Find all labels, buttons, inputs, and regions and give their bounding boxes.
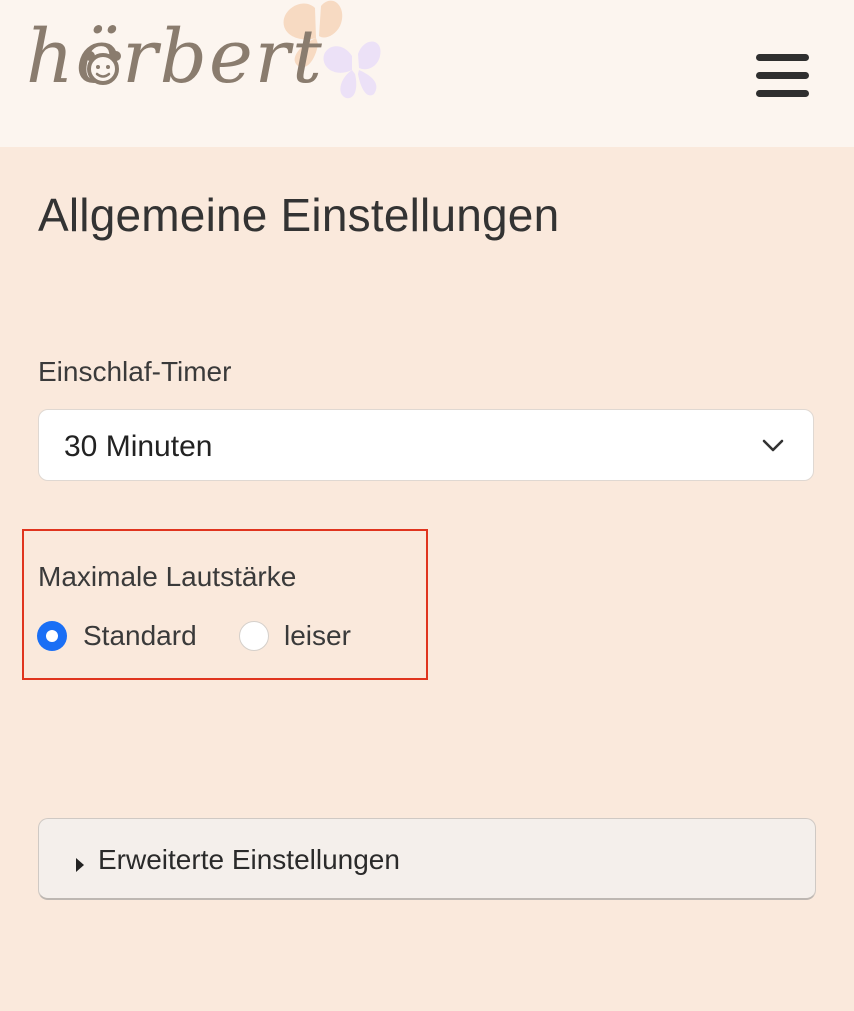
menu-bar bbox=[756, 54, 809, 61]
radio-leiser[interactable] bbox=[239, 621, 269, 651]
max-volume-label: Maximale Lautstärke bbox=[38, 561, 297, 592]
radio-leiser-label[interactable]: leiser bbox=[284, 620, 351, 652]
menu-bar bbox=[756, 90, 809, 97]
caret-right-icon bbox=[76, 858, 84, 872]
advanced-settings-toggle[interactable]: Erweiterte Einstellungen bbox=[38, 818, 816, 900]
chevron-down-icon bbox=[762, 439, 784, 452]
logo-wordmark: hörbert bbox=[26, 14, 324, 100]
sleep-timer-value: 30 Minuten bbox=[64, 430, 213, 463]
radio-standard-label[interactable]: Standard bbox=[83, 620, 197, 652]
sleep-timer-label: Einschlaf-Timer bbox=[38, 356, 232, 387]
max-volume-highlight bbox=[22, 529, 428, 680]
hamburger-menu-icon[interactable] bbox=[750, 48, 814, 104]
hoerbert-logo[interactable]: hörbert bbox=[22, 0, 392, 110]
radio-standard[interactable] bbox=[37, 621, 67, 651]
menu-bar bbox=[756, 72, 809, 79]
sleep-timer-select[interactable]: 30 Minuten bbox=[38, 409, 814, 481]
advanced-settings-label: Erweiterte Einstellungen bbox=[98, 844, 400, 875]
header: hörbert bbox=[0, 0, 854, 147]
bear-face-icon bbox=[85, 51, 121, 85]
page-title: Allgemeine Einstellungen bbox=[38, 189, 560, 241]
